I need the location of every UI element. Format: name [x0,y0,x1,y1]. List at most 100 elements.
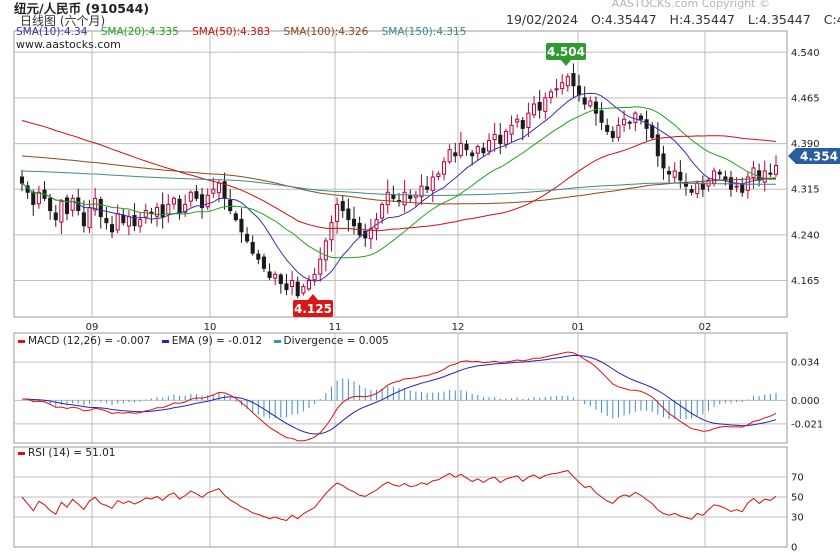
high-flag-label: 4.504 [547,45,585,59]
candle-body [284,283,289,291]
candle-body [233,213,238,221]
candle-body [503,130,508,145]
candle-body [273,273,278,279]
macd-legend-item: MACD (12,26) = -0.007 [18,335,150,347]
candle-body [256,253,261,260]
candle-body [98,198,103,218]
candle-body [177,198,182,215]
rsi-line [21,470,777,522]
candle-body [351,218,357,227]
candle-body [453,152,458,157]
candle-body [734,185,739,188]
candle-body [31,191,36,205]
candle-body [481,147,486,154]
candle-body [560,82,565,90]
candle-body [616,124,621,138]
candle-body [104,218,109,224]
ohlc-date: 19/02/2024 [506,12,579,27]
candle-body [622,118,627,126]
legend-sma20: SMA(20):4.335 [100,26,179,38]
candle-body [138,219,143,227]
x-tick-label: 10 [204,322,217,333]
candle-body [441,161,447,175]
divergence-legend-text: Divergence = 0.005 [283,335,389,347]
candle-body [216,182,221,194]
candle-body [312,273,317,281]
candle-body [53,212,58,221]
macd-y-tick: 0.034 [791,358,820,369]
candle-body [520,120,525,129]
candle-body [712,170,717,184]
price-y-tick: 4.465 [791,93,820,104]
low-flag-label: 4.125 [294,302,332,316]
candle-body [543,97,548,112]
candle-body [537,101,542,111]
macd-panel [13,332,788,444]
candle-body [115,213,120,231]
high-flag: 4.504 [546,43,586,66]
candle-body [323,240,328,261]
candle-body [492,133,497,141]
macd-legend-text: MACD (12,26) = -0.007 [28,335,151,347]
candle-body [689,189,694,193]
candle-body [278,274,283,285]
candle-body [194,191,199,199]
candle-body [81,212,86,227]
candle-body [627,121,632,124]
candle-body [582,97,587,105]
candle-body [667,170,672,175]
candle-body [335,203,340,222]
macd-plot [21,351,777,442]
sma50-line [21,120,777,232]
candle-body [267,271,272,278]
candle-body [228,199,233,212]
price-y-tick: 4.165 [791,276,820,287]
candle-body [295,281,300,297]
candle-body [402,191,407,206]
ohlc-high: H:4.35447 [669,12,735,27]
candle-body [661,153,666,169]
x-tick-label: 09 [86,322,99,333]
candle-body [548,91,553,98]
candle-body [577,85,582,96]
candle-body [70,197,75,211]
candle-body [36,191,41,205]
candle-body [650,125,655,138]
grid-lines [14,31,787,547]
sma150-line [21,170,776,197]
candle-body [19,176,25,184]
rsi-y-tick: 30 [791,513,804,524]
rsi-y-tick: 0 [791,543,797,554]
candle-body [430,176,435,191]
candle-body [599,110,604,123]
macd-y-tick: -0.021 [791,419,823,430]
candle-body [171,197,176,205]
candle-body [515,118,520,123]
candle-body [425,186,430,190]
rsi-y-tick: 50 [791,493,804,504]
sma-legend: SMA(10):4.34 SMA(20):4.335 SMA(50):4.383… [16,26,476,38]
x-tick-label: 01 [572,322,585,333]
candle-body [126,216,131,227]
candle-body [290,279,295,287]
candle-body [588,100,593,107]
candle-body [306,279,312,290]
candle-body [408,195,413,199]
candle-body [121,215,126,224]
legend-sma50: SMA(50):4.383 [192,26,271,38]
macd-legend: MACD (12,26) = -0.007 EMA (9) = -0.012 D… [18,335,389,347]
candle-body [340,201,345,212]
candle-body [678,171,683,181]
ohlc-open: O:4.35447 [591,12,657,27]
candle-body [773,164,779,175]
candle-body [239,218,244,233]
candle-body [498,134,503,145]
candle-body [329,222,334,241]
candle-body [740,183,745,193]
candle-body [486,140,492,152]
rsi-y-tick: 70 [791,473,804,484]
low-flag: 4.125 [293,294,333,317]
ohlc-close: C:4.3 [823,12,840,27]
candle-body [318,258,323,275]
candle-body [64,197,70,215]
